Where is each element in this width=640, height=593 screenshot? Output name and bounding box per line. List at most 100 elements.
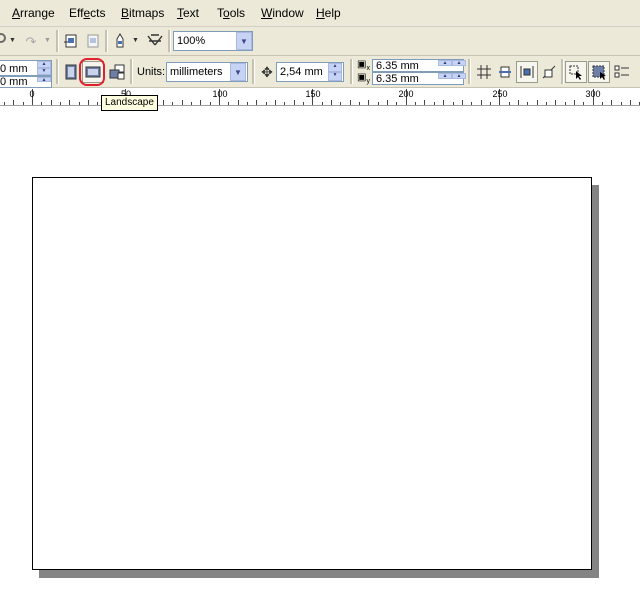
ruler-tick [350,100,351,105]
options-list-icon[interactable] [611,61,633,83]
dynamic-guides-icon[interactable] [538,61,560,83]
ruler-tick [191,102,192,105]
ruler-tick [527,102,528,105]
apply-to-all-pages-icon[interactable] [106,61,128,83]
ruler-tick [471,102,472,105]
ruler-tick [13,100,14,105]
ruler-tick [555,100,556,105]
toolbar-separator [168,30,171,52]
ruler-tick [378,102,379,105]
landscape-tooltip: Landscape [101,95,158,111]
ruler-tick [490,102,491,105]
snap-to-guidelines-icon[interactable] [494,61,516,83]
ruler-tick [284,102,285,105]
export-icon[interactable] [82,30,104,52]
select-all-objects-icon[interactable] [588,61,610,83]
ruler-tick [275,100,276,105]
ruler-tick [97,102,98,105]
snap-to-grid-icon[interactable] [473,61,495,83]
units-dropdown-arrow-icon[interactable]: ▼ [230,63,246,81]
landscape-highlight-circle [79,58,105,86]
zoom-dropdown-arrow-icon[interactable]: ▼ [236,32,252,50]
toolbar-separator [561,59,564,84]
toolbar-separator [56,59,59,84]
menu-help[interactable]: Help [316,6,341,20]
ruler-tick [387,100,388,105]
ruler-tick [182,100,183,105]
ruler-tick [368,100,369,105]
nudge-spin-down-icon[interactable]: ▼ [328,72,342,81]
nudge-distance-icon: ✥ [261,64,273,80]
ruler-tick [574,100,575,105]
menu-bitmaps[interactable]: Bitmaps [121,6,164,20]
ruler-tick [621,102,622,105]
toolbar-separator [350,59,353,84]
ruler-tick [303,102,304,105]
ruler-tick [172,102,173,105]
ruler-tick [23,102,24,105]
ruler-tick [247,102,248,105]
nudge-spin-up-icon[interactable]: ▲ [328,63,342,72]
ruler-tick [266,102,267,105]
ruler-tick [602,102,603,105]
menu-tools[interactable]: Tools [217,6,245,20]
application-launcher-icon[interactable] [109,30,131,52]
horizontal-ruler: 0 50 100 150 200 250 300 [0,88,640,106]
ruler-tick [509,102,510,105]
dup-x-spin-down-icon[interactable]: ▲ [452,60,466,66]
zoom-value: 100% [177,35,206,47]
ruler-tick [294,100,295,105]
ruler-tick [4,102,5,105]
ruler-tick [163,100,164,105]
ruler-tick [359,102,360,105]
width-spin-down-icon[interactable]: ▼ [37,68,51,75]
redo-icon[interactable]: ↷ [20,30,42,52]
undo-icon[interactable] [0,33,6,43]
ruler-tick [200,100,201,105]
dup-x-spin-up-icon[interactable]: ▲ [438,60,452,66]
ruler-tick [537,100,538,105]
launcher-dropdown-arrow-icon[interactable]: ▼ [132,37,139,44]
ruler-label: 250 [492,89,508,99]
ruler-tick [238,100,239,105]
menu-text[interactable]: Text [177,6,199,20]
treat-as-filled-icon[interactable] [565,61,587,83]
dup-y-spin-up-icon[interactable]: ▲ [438,73,452,79]
ruler-tick [611,100,612,105]
ruler-tick [41,102,42,105]
duplicate-distance-y-icon: ▣y [357,72,370,85]
snap-to-objects-icon[interactable] [516,61,538,83]
menu-bar: Arrange Effects Bitmaps Text Tools Windo… [0,0,640,27]
redo-dropdown-arrow-icon[interactable]: ▼ [44,37,51,44]
ruler-tick [630,100,631,105]
menu-arrange[interactable]: Arrange [12,6,55,20]
ruler-label: 300 [585,89,601,99]
standard-toolbar: ▼ ↷ ▼ ▼ 100% ▼ [0,27,640,56]
ruler-tick [443,100,444,105]
ruler-tick [453,102,454,105]
ruler-tick [583,102,584,105]
ruler-tick [69,100,70,105]
ruler-tick [434,102,435,105]
ruler-tick [396,102,397,105]
ruler-tick [462,100,463,105]
toolbar-separator [56,30,59,52]
toolbar-separator [468,59,471,84]
ruler-tick [51,100,52,105]
menu-effects[interactable]: Effects [69,6,106,20]
ruler-tick [322,102,323,105]
menu-window[interactable]: Window [261,6,304,20]
undo-dropdown-arrow-icon[interactable]: ▼ [9,37,16,44]
ruler-label: 0 [29,89,35,99]
ruler-tick [256,100,257,105]
ruler-tick [415,102,416,105]
width-spin-up-icon[interactable]: ▲ [37,61,51,68]
drawing-page[interactable] [32,177,592,570]
ruler-tick [331,100,332,105]
height-spin-up-icon[interactable]: ▲ [37,77,51,83]
import-icon[interactable] [60,30,82,52]
ruler-tick [210,102,211,105]
dup-y-spin-down-icon[interactable]: ▲ [452,73,466,79]
ruler-tick [424,100,425,105]
corel-online-icon[interactable] [144,30,166,52]
